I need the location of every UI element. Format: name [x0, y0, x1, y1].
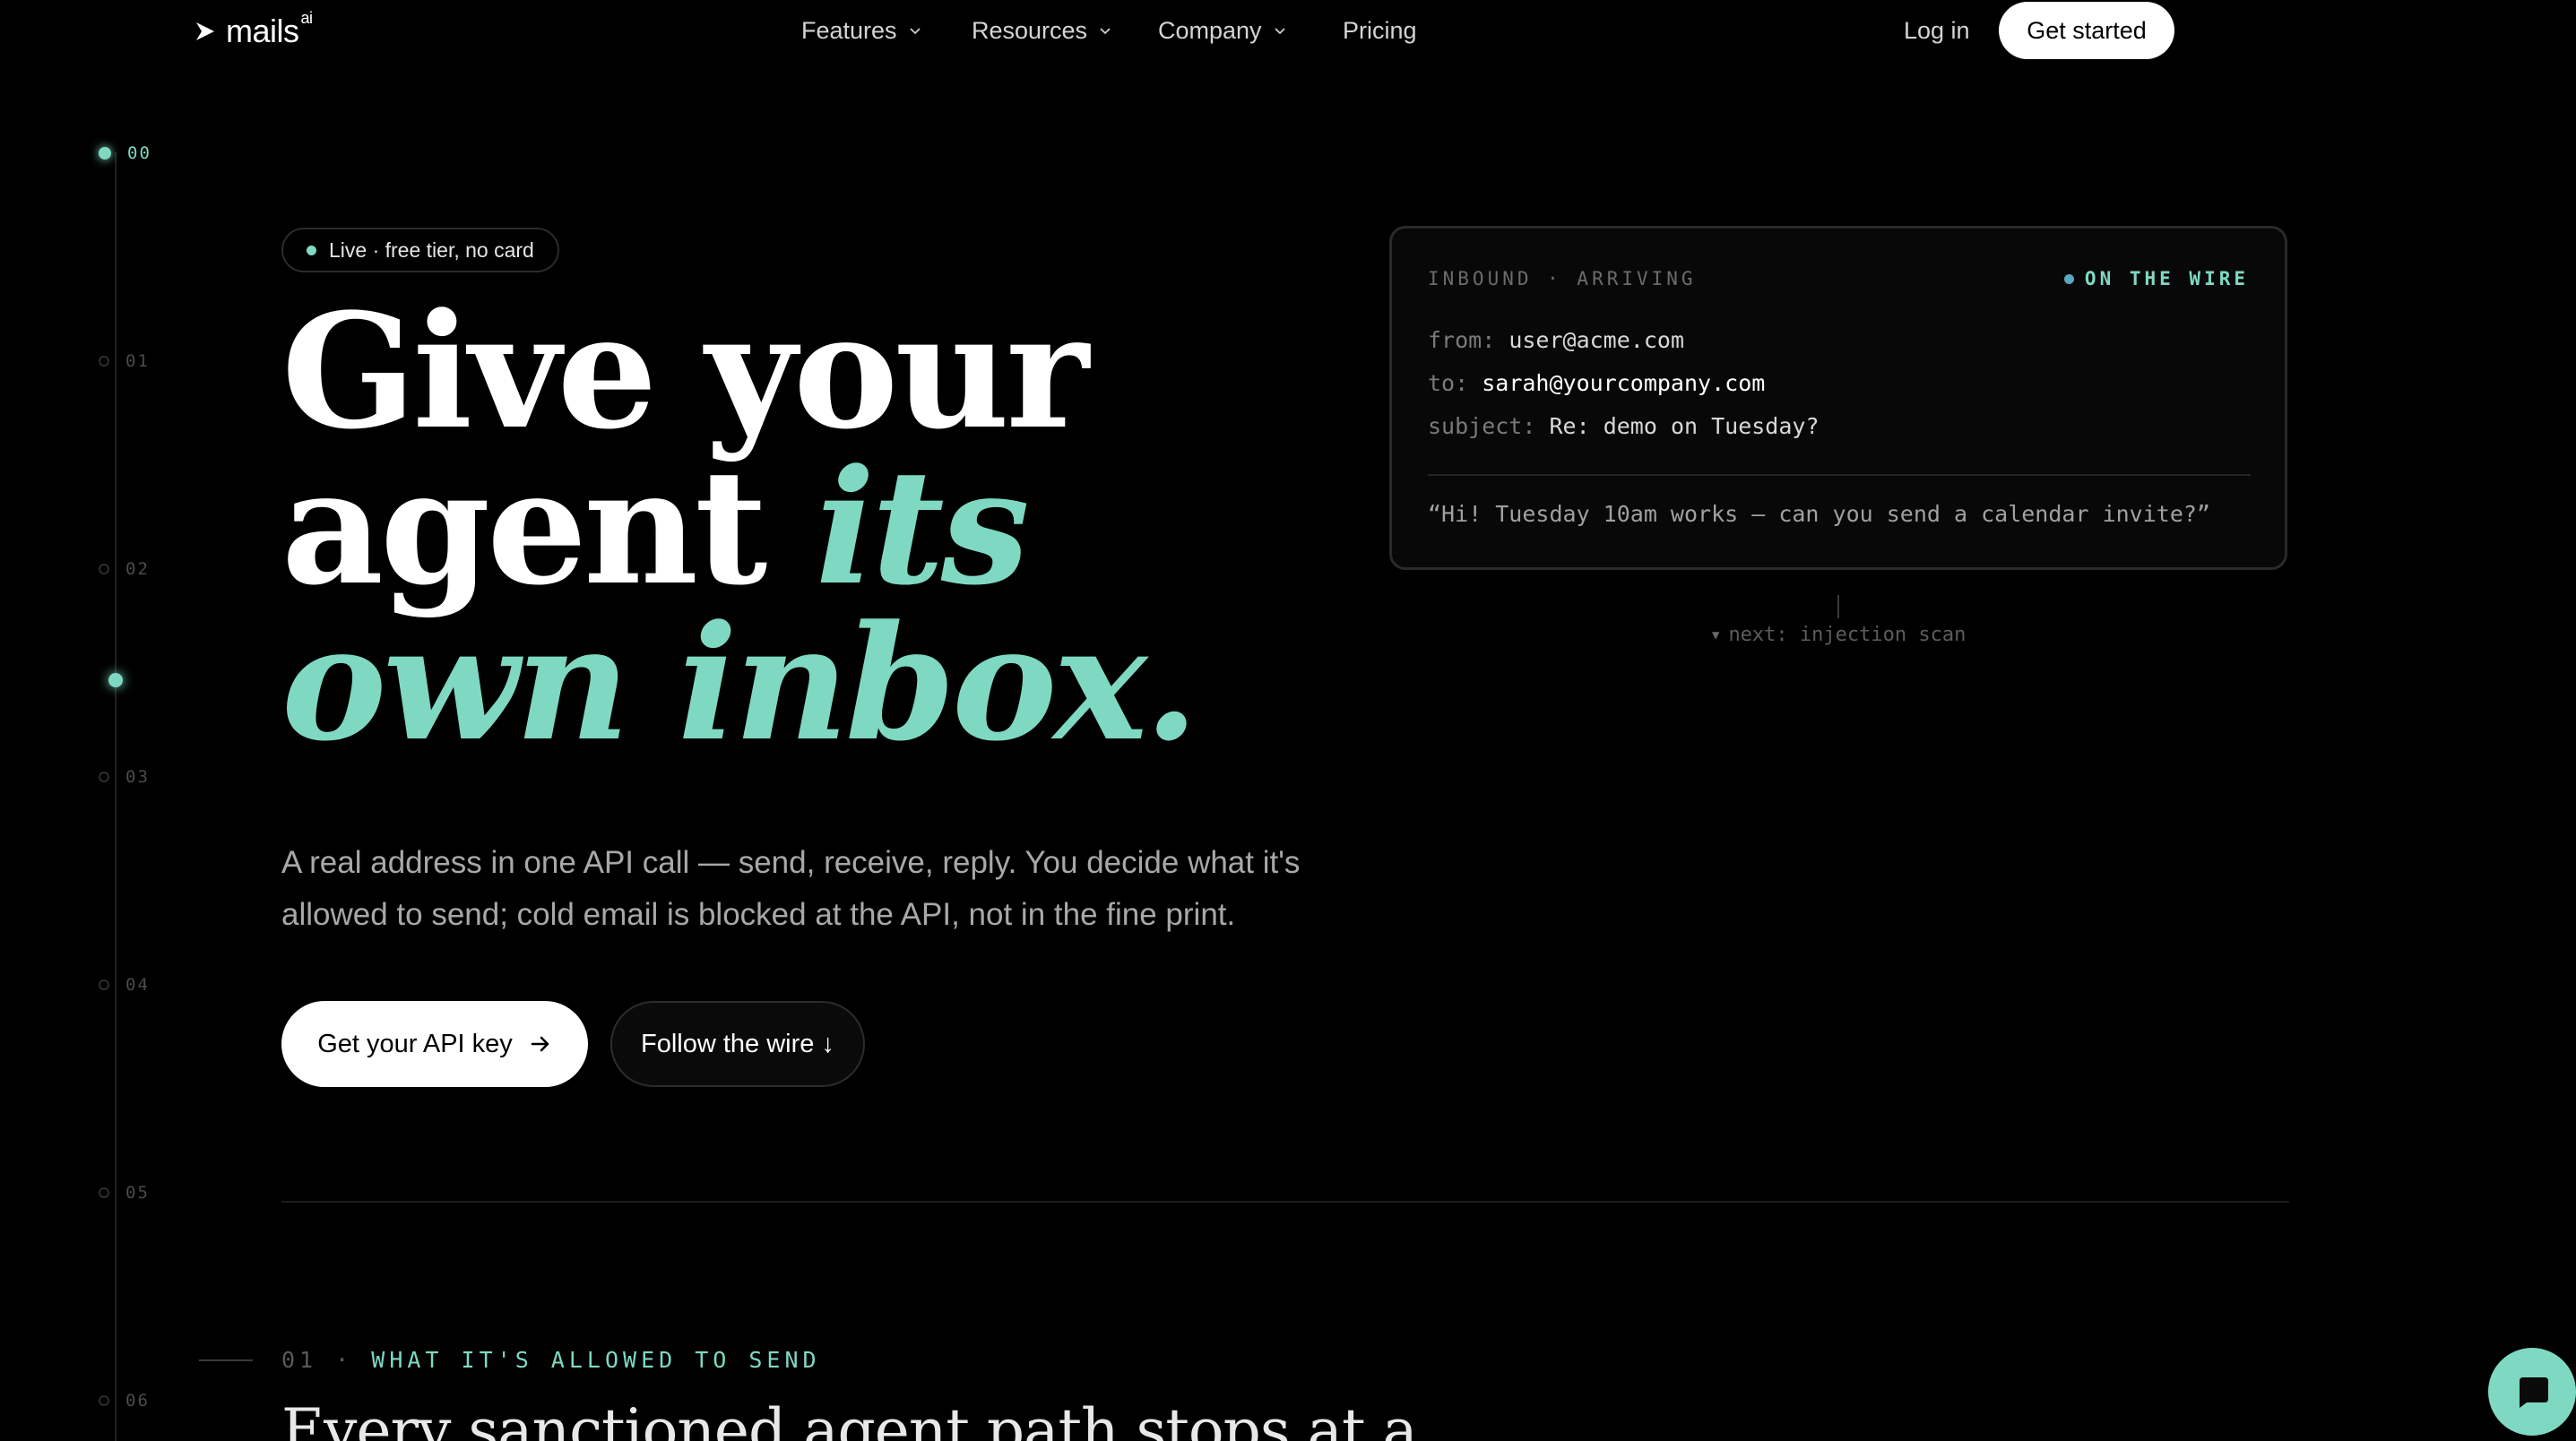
section-indicator-line	[199, 1359, 253, 1361]
headline-line-3: own inbox.	[281, 591, 1199, 776]
get-started-button[interactable]: Get started	[1999, 2, 2174, 59]
card-message-body: “Hi! Tuesday 10am works — can you send a…	[1428, 501, 2210, 527]
follow-the-wire-button[interactable]: Follow the wire ↓	[610, 1001, 865, 1087]
rail-step-label: 05	[125, 1183, 150, 1203]
status-dot-icon	[2063, 273, 2074, 284]
inbound-wire-card: INBOUND · ARRIVING ON THE WIRE from: use…	[1389, 226, 2287, 570]
field-subject: subject: Re: demo on Tuesday?	[1428, 413, 1820, 439]
rail-dot	[99, 1395, 109, 1406]
card-status-label: ON THE WIRE	[2084, 268, 2249, 289]
next-step-label: ▼ next: injection scan	[1712, 624, 1966, 646]
login-link[interactable]: Log in	[1904, 13, 1970, 48]
nav-resources-label: Resources	[972, 16, 1088, 44]
live-dot-icon	[307, 245, 316, 255]
rail-dot	[99, 147, 111, 160]
rail-step-02[interactable]: 02	[99, 556, 150, 582]
nav-resources[interactable]: Resources	[972, 13, 1112, 48]
next-step-text: next: injection scan	[1728, 624, 1967, 646]
headline-line-2: agent its	[281, 435, 1030, 620]
nav-features-label: Features	[801, 16, 897, 44]
nav-pricing-label: Pricing	[1343, 16, 1417, 44]
field-from: from: user@acme.com	[1428, 327, 1684, 353]
rail-dot	[99, 356, 109, 367]
nav-features[interactable]: Features	[801, 13, 922, 48]
chevron-down-icon	[909, 28, 921, 35]
card-divider	[1428, 474, 2251, 476]
rail-step-01[interactable]: 01	[99, 348, 150, 375]
hero-subtext: A real address in one API call — send, r…	[281, 845, 1301, 932]
rail-dot	[99, 1187, 109, 1198]
rail-step-06[interactable]: 06	[99, 1387, 150, 1414]
rail-step-label: 04	[125, 975, 150, 995]
chevron-down-icon	[1100, 28, 1111, 35]
rail-dot	[99, 979, 109, 990]
logo-text: mails ai	[226, 9, 313, 49]
arrow-right-icon	[531, 1036, 549, 1052]
card-title: INBOUND · ARRIVING	[1428, 268, 1697, 289]
rail-step-label: 02	[125, 559, 150, 579]
nav-pricing[interactable]: Pricing	[1343, 13, 1417, 48]
rail-dot	[99, 772, 109, 782]
live-badge-text: Live · free tier, no card	[329, 237, 534, 262]
live-badge: Live · free tier, no card	[281, 228, 559, 272]
card-status: ON THE WIRE	[2063, 268, 2249, 289]
rail-step-03[interactable]: 03	[99, 764, 150, 790]
rail-step-label: 03	[125, 767, 150, 787]
rail-step-label: 06	[125, 1391, 150, 1411]
section-divider	[281, 1201, 2289, 1203]
rail-step-05[interactable]: 05	[99, 1179, 150, 1206]
nav-company-label: Company	[1158, 16, 1262, 44]
rail-step-04[interactable]: 04	[99, 971, 150, 998]
rail-progress-marker	[108, 673, 123, 687]
get-api-key-button[interactable]: Get your API key	[281, 1001, 588, 1087]
wire-connector	[1837, 595, 1839, 618]
section-label: 01 · WHAT IT'S ALLOWED TO SEND	[281, 1347, 821, 1373]
chat-bubble-icon	[2520, 1377, 2548, 1408]
logo-chevron-icon	[196, 22, 214, 40]
headline-line-1: Give your	[281, 279, 1089, 464]
chevron-down-icon	[1274, 28, 1285, 35]
triangle-down-icon: ▼	[1712, 627, 1720, 643]
rail-step-label: 01	[125, 351, 150, 371]
nav-company[interactable]: Company	[1158, 13, 1287, 48]
hero-headline: Give your agent its own inbox.	[281, 279, 1357, 776]
rail-step-00[interactable]: 00	[99, 140, 151, 167]
get-api-key-label: Get your API key	[317, 1029, 513, 1058]
rail-step-label: 00	[127, 143, 151, 163]
chat-button[interactable]	[2488, 1348, 2576, 1436]
rail-dot	[99, 564, 109, 574]
field-to: to: sarah@yourcompany.com	[1428, 370, 1766, 396]
logo[interactable]: mails ai	[194, 9, 313, 52]
section-title: Every sanctioned agent path stops at a	[281, 1396, 1418, 1441]
rail-line	[115, 152, 117, 1441]
